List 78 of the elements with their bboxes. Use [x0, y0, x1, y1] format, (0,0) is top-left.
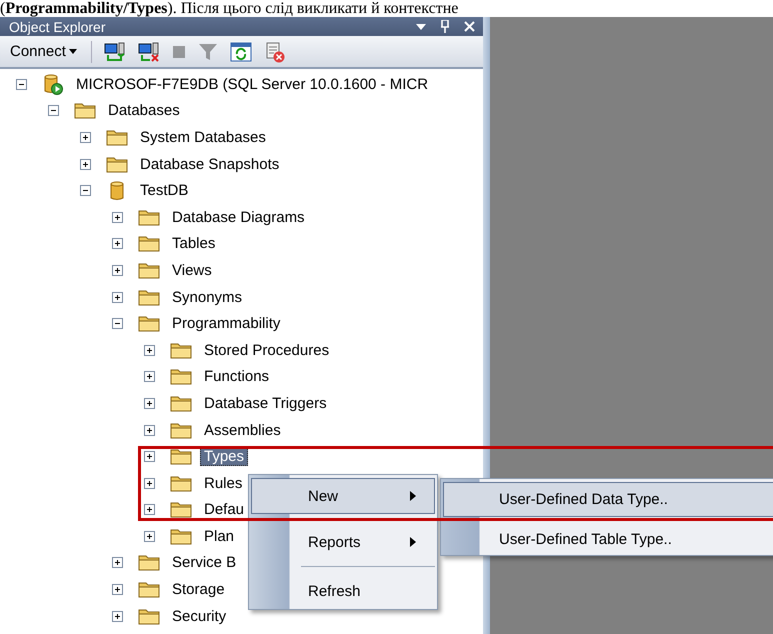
expand-icon[interactable]: [144, 504, 155, 516]
connect-button[interactable]: Connect: [8, 41, 79, 62]
expand-icon[interactable]: [144, 530, 155, 542]
folder-icon: [170, 448, 192, 466]
folder-icon: [138, 608, 160, 625]
tree-item[interactable]: Storage: [168, 580, 229, 600]
tree-item[interactable]: Database Diagrams: [168, 208, 309, 227]
expand-icon[interactable]: [144, 344, 155, 356]
expand-icon[interactable]: [112, 584, 123, 596]
folder-icon: [138, 235, 160, 252]
tree-item[interactable]: Stored Procedures: [200, 340, 334, 360]
tree-item[interactable]: Functions: [200, 367, 274, 386]
expand-icon[interactable]: [112, 610, 123, 622]
tree-item[interactable]: Service B: [168, 553, 240, 572]
tree-item[interactable]: Programmability: [168, 314, 284, 334]
menu-item[interactable]: New: [251, 478, 435, 514]
tree-item[interactable]: MICROSOF-F7E9DB (SQL Server 10.0.1600 - MICR: [72, 74, 432, 94]
folder-icon: [138, 315, 160, 332]
folder-icon: [106, 156, 128, 173]
tree-item[interactable]: Rules: [200, 474, 246, 493]
folder-icon: [74, 102, 96, 120]
tree-item[interactable]: Views: [168, 260, 216, 280]
tree-item[interactable]: System Databases: [136, 128, 270, 147]
tree-item[interactable]: Databases: [104, 101, 184, 120]
expand-icon[interactable]: [112, 212, 123, 223]
submenu-arrow-icon: [410, 491, 416, 501]
tree-item[interactable]: Security: [168, 606, 230, 626]
expand-icon[interactable]: [112, 238, 123, 250]
collapse-icon[interactable]: [16, 78, 27, 90]
refresh-icon[interactable]: [230, 42, 252, 62]
menu-item[interactable]: Reports: [251, 524, 435, 560]
folder-icon: [138, 554, 160, 572]
cancel-script-icon[interactable]: [264, 40, 286, 62]
folder-icon: [170, 368, 192, 386]
expand-icon[interactable]: [80, 132, 91, 143]
collapse-icon[interactable]: [48, 105, 59, 116]
folder-icon: [138, 208, 160, 226]
tree-item[interactable]: Synonyms: [168, 288, 246, 307]
document-text: (Programmability/Types). Після цього слід викликати й контекстне: [0, 0, 460, 17]
expand-icon[interactable]: [112, 292, 123, 303]
expand-icon[interactable]: [112, 557, 123, 568]
menu-item[interactable]: User-Defined Table Type..: [443, 523, 773, 555]
tree-item[interactable]: TestDB: [136, 181, 192, 200]
connect-icon[interactable]: [104, 42, 126, 62]
tree-item[interactable]: Plan: [200, 526, 238, 546]
dropdown-icon[interactable]: [416, 24, 426, 30]
collapse-icon[interactable]: [80, 185, 91, 196]
folder-icon: [170, 342, 192, 359]
folder-icon: [138, 581, 160, 598]
folder-icon: [138, 262, 160, 279]
disconnect-icon[interactable]: [138, 42, 160, 62]
collapse-icon[interactable]: [112, 318, 123, 330]
expand-icon[interactable]: [144, 398, 155, 409]
expand-icon[interactable]: [144, 371, 155, 382]
submenu-arrow-icon: [410, 537, 416, 547]
folder-icon: [106, 128, 128, 146]
server-icon: [42, 73, 64, 96]
expand-icon[interactable]: [144, 451, 155, 462]
pin-icon[interactable]: [440, 20, 450, 33]
folder-icon: [170, 394, 192, 412]
tree-item[interactable]: Assemblies: [200, 420, 285, 440]
caret-icon: [68, 49, 77, 54]
tree-item[interactable]: Database Triggers: [200, 394, 331, 413]
folder-icon: [170, 474, 192, 492]
expand-icon[interactable]: [112, 264, 123, 276]
panel-title: Object Explorer: [9, 18, 106, 34]
expand-icon[interactable]: [144, 478, 155, 489]
menu-item[interactable]: Refresh: [251, 573, 435, 609]
tree-item[interactable]: Database Snapshots: [136, 154, 284, 174]
tree-item[interactable]: Tables: [168, 234, 220, 254]
menu-item[interactable]: User-Defined Data Type..: [443, 482, 773, 517]
folder-icon: [170, 501, 192, 518]
folder-icon: [170, 528, 192, 545]
expand-icon[interactable]: [80, 158, 91, 170]
close-icon[interactable]: [464, 21, 475, 32]
folder-icon: [138, 288, 160, 306]
expand-icon[interactable]: [144, 424, 155, 436]
folder-icon: [170, 422, 192, 439]
